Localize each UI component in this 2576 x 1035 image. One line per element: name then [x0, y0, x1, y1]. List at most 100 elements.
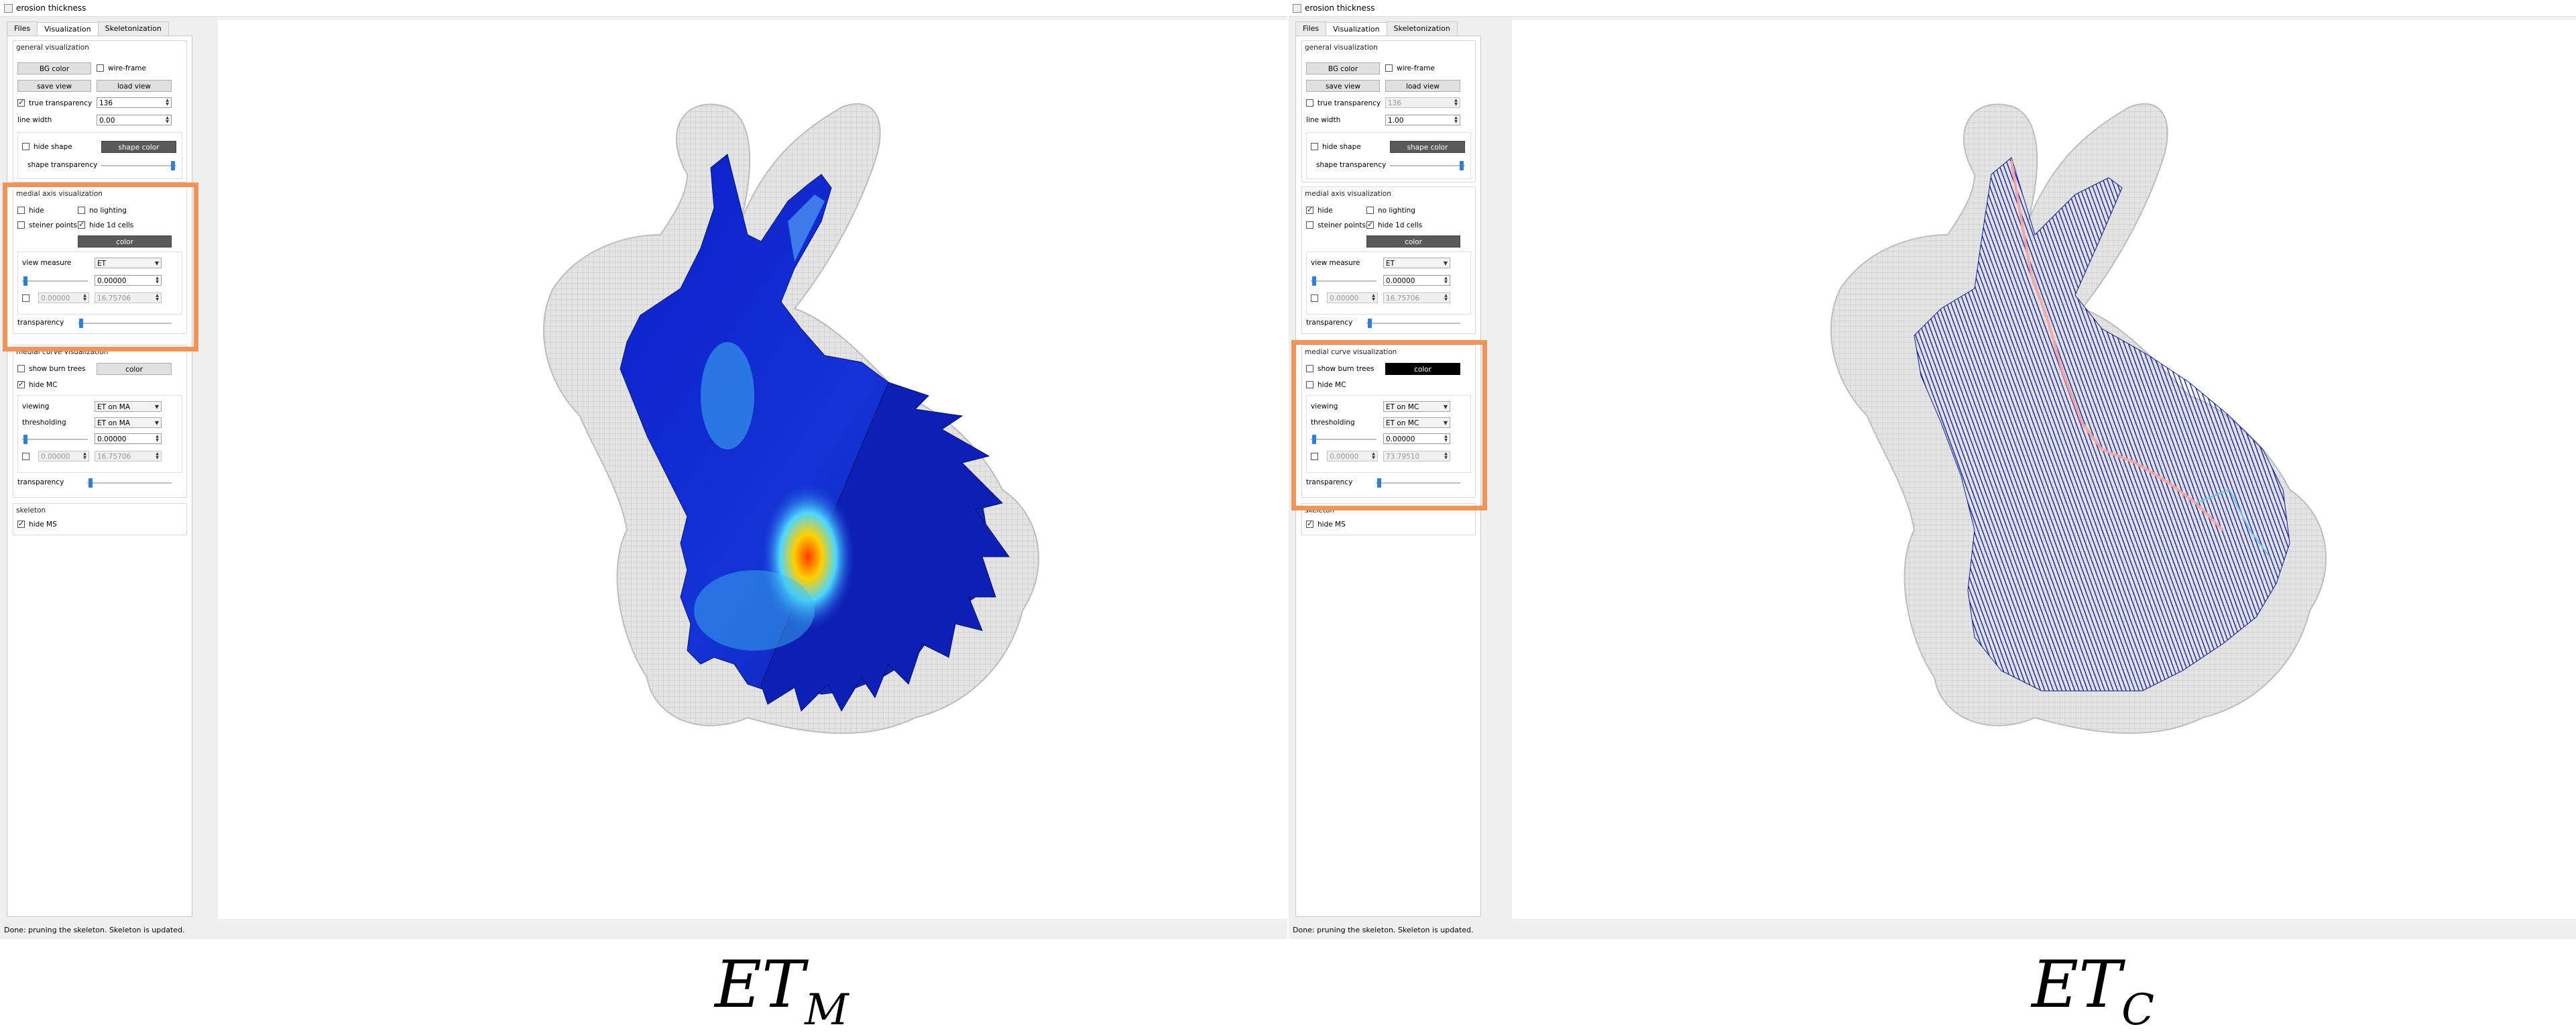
3d-viewport[interactable] [218, 20, 1287, 919]
chevron-down-icon[interactable]: ▼ [155, 402, 159, 413]
hide-1d-cells-checkbox[interactable]: hide 1d cells [1366, 220, 1422, 230]
range-checkbox[interactable] [1311, 294, 1322, 303]
caption-left: ETM [715, 947, 849, 1035]
highlight-box [1291, 340, 1487, 510]
range-max-spinbox[interactable]: 16.75706 ▲ ▼ [1383, 292, 1450, 303]
mc-threshold-spinbox[interactable]: 0.00000 ▲ ▼ [95, 433, 162, 444]
shape-color-button[interactable]: shape color [1390, 141, 1465, 153]
app-icon [1293, 4, 1301, 13]
checkbox-box[interactable] [22, 453, 30, 460]
tab-skeletonization[interactable]: Skeletonization [1386, 21, 1458, 36]
tab-skeletonization[interactable]: Skeletonization [97, 21, 169, 36]
save-view-button[interactable]: save view [1306, 80, 1380, 92]
spin-arrows-icon[interactable]: ▲ ▼ [1453, 116, 1459, 124]
checkbox-box[interactable] [97, 64, 104, 72]
checkbox-box[interactable] [22, 143, 30, 150]
thresholding-combo[interactable]: ET on MA ▼ [95, 417, 162, 428]
ma-threshold-spinbox[interactable]: 0.00000 ▲ ▼ [1383, 275, 1450, 286]
ma-color-button[interactable]: color [1366, 235, 1460, 248]
shape-subgroup: hide shape shape color shape transparenc… [17, 132, 182, 179]
bg-color-button[interactable]: BG color [1306, 62, 1380, 74]
checkbox-box[interactable] [1366, 220, 1374, 229]
shape-transparency-slider[interactable] [101, 161, 176, 170]
shape-transparency-slider[interactable] [1390, 161, 1465, 170]
no-lighting-checkbox[interactable]: no lighting [1366, 206, 1415, 215]
mc-range-checkbox[interactable] [22, 452, 34, 461]
hide-ms-checkbox[interactable]: hide MS [17, 519, 57, 529]
checkbox-box[interactable] [1306, 205, 1313, 215]
save-view-button[interactable]: save view [17, 80, 91, 92]
transparency-label: transparency [1306, 319, 1353, 327]
checkbox-box[interactable] [17, 380, 25, 389]
tab-files[interactable]: Files [7, 21, 38, 36]
mc-range-max-spinbox[interactable]: 16.75706 ▲ ▼ [95, 451, 162, 461]
slider-handle[interactable] [1312, 276, 1316, 286]
spin-arrows-icon[interactable]: ▲ ▼ [154, 435, 160, 443]
measure-subgroup: view measure ET ▼ 0.00000 ▲ ▼ 0.00000 ▲ ▼ 16.… [1306, 252, 1471, 315]
shape-color-button[interactable]: shape color [101, 141, 176, 153]
ma-transparency-slider[interactable] [1366, 319, 1460, 328]
load-view-button[interactable]: load view [1385, 80, 1460, 92]
hide-ma-checkbox[interactable]: hide [1306, 205, 1333, 215]
left-window: erosion thickness Files Visualization Skel… [0, 0, 1287, 939]
load-view-button[interactable]: load view [97, 80, 172, 92]
line-width-spinbox[interactable]: 0.00 ▲ ▼ [97, 115, 172, 125]
slider-handle[interactable] [1460, 161, 1464, 170]
slider-handle[interactable] [1368, 319, 1372, 328]
true-transparency-spinbox[interactable]: 136 ▲ ▼ [1385, 97, 1460, 108]
wire-frame-checkbox[interactable]: wire-frame [97, 64, 146, 73]
general-visualization-group: general visualization BG color wire-fram… [1301, 40, 1476, 182]
spin-arrows-icon[interactable]: ▲ ▼ [1443, 294, 1449, 302]
mc-threshold-slider[interactable] [22, 435, 88, 444]
right-window: erosion thickness Files Visualization Skel… [1289, 0, 2576, 939]
group-title: general visualization [1305, 44, 1378, 52]
viewing-combo[interactable]: ET on MA ▼ [95, 401, 162, 412]
slider-handle[interactable] [89, 478, 93, 488]
slider-handle[interactable] [23, 435, 27, 444]
checkbox-box[interactable] [17, 519, 25, 529]
ma-threshold-slider[interactable] [1311, 276, 1377, 286]
checkbox-box[interactable] [1306, 221, 1313, 229]
checkbox-box[interactable] [1306, 99, 1313, 107]
true-transparency-checkbox[interactable]: true transparency [1306, 99, 1381, 108]
hide-ms-checkbox[interactable]: hide MS [1306, 519, 1346, 529]
spin-arrows-icon[interactable]: ▲ ▼ [154, 452, 160, 460]
spin-arrows-icon[interactable]: ▲ ▼ [1443, 276, 1449, 284]
range-min-spinbox[interactable]: 0.00000 ▲ ▼ [1327, 292, 1378, 303]
checkbox-box[interactable] [1366, 207, 1374, 214]
checkbox-box[interactable] [1311, 143, 1318, 150]
chevron-down-icon[interactable]: ▼ [1444, 258, 1448, 269]
spin-arrows-icon[interactable]: ▲ ▼ [164, 116, 170, 124]
spin-arrows-icon[interactable]: ▲ ▼ [1370, 294, 1377, 302]
checkbox-box[interactable] [1385, 64, 1393, 72]
3d-viewport[interactable] [1512, 20, 2576, 919]
wire-frame-checkbox[interactable]: wire-frame [1385, 64, 1435, 73]
tab-bar: Files Visualization Skeletonization [7, 21, 169, 36]
spin-arrows-icon[interactable]: ▲ ▼ [164, 99, 170, 107]
hide-shape-checkbox[interactable]: hide shape [22, 142, 72, 152]
mc-range-min-spinbox[interactable]: 0.00000 ▲ ▼ [38, 451, 89, 461]
spin-arrows-icon[interactable]: ▲ ▼ [82, 452, 88, 460]
highlight-box [3, 182, 198, 351]
hide-shape-checkbox[interactable]: hide shape [1311, 142, 1361, 152]
steiner-points-checkbox[interactable]: steiner points [1306, 221, 1366, 230]
checkbox-box[interactable] [17, 98, 25, 107]
bg-color-button[interactable]: BG color [17, 62, 91, 74]
tab-files[interactable]: Files [1295, 21, 1327, 36]
tab-visualization[interactable]: Visualization [37, 22, 99, 36]
true-transparency-spinbox[interactable]: 136 ▲ ▼ [97, 97, 172, 108]
mc-color-button[interactable]: color [97, 363, 172, 375]
slider-handle[interactable] [171, 161, 175, 170]
hide-mc-checkbox[interactable]: hide MC [17, 380, 57, 390]
checkbox-box[interactable] [1306, 519, 1313, 529]
line-width-spinbox[interactable]: 1.00 ▲ ▼ [1385, 115, 1460, 125]
checkbox-box[interactable] [17, 365, 25, 372]
tab-visualization[interactable]: Visualization [1326, 22, 1387, 36]
true-transparency-checkbox[interactable]: true transparency [17, 98, 92, 108]
mc-transparency-slider[interactable] [87, 478, 172, 488]
spin-arrows-icon[interactable]: ▲ ▼ [1453, 99, 1459, 107]
view-measure-combo[interactable]: ET ▼ [1383, 258, 1450, 268]
show-burn-trees-checkbox[interactable]: show burn trees [17, 364, 86, 374]
chevron-down-icon[interactable]: ▼ [155, 418, 159, 429]
checkbox-box[interactable] [1311, 294, 1318, 302]
